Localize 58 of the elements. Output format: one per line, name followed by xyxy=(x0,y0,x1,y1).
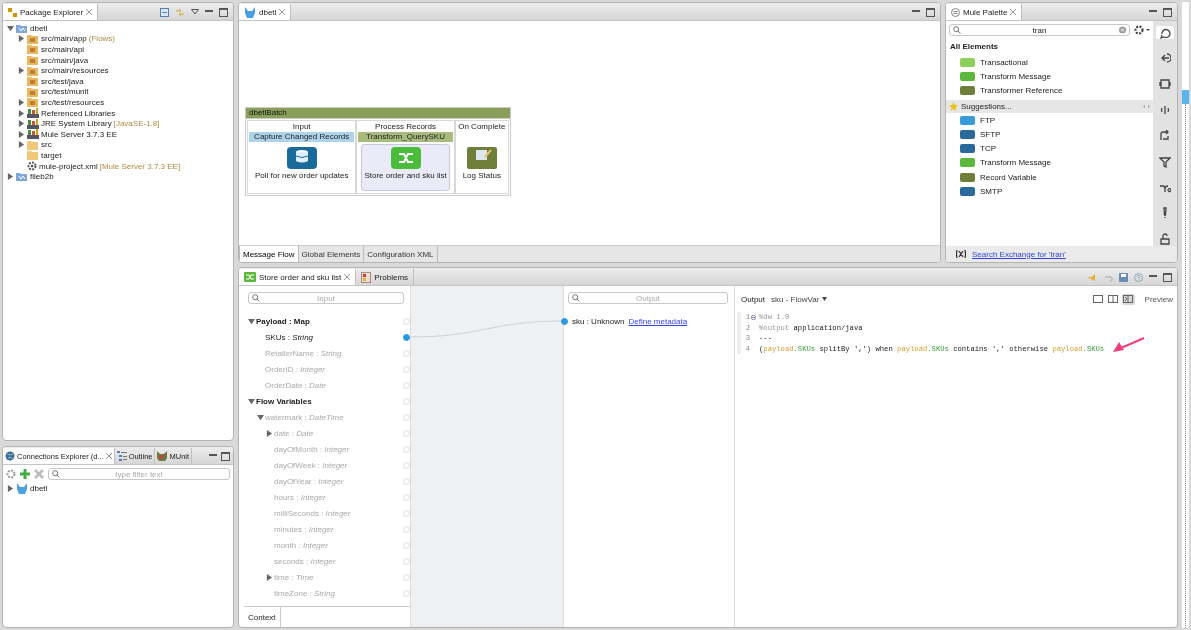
tree-item-annotation: [JavaSE-1.8] xyxy=(113,119,160,129)
phase-title: Process Records xyxy=(374,121,437,132)
palette-item[interactable]: Transform Message xyxy=(980,71,1051,81)
flow-component[interactable]: Poll for new order updates xyxy=(252,144,352,191)
editor-tab[interactable]: Message Flow xyxy=(239,246,299,262)
palette-item[interactable]: SFTP xyxy=(980,129,1001,139)
output-field-label: sku : Unknown xyxy=(572,316,625,326)
tree-item[interactable]: fileb2b xyxy=(30,172,54,182)
output-label: Output xyxy=(741,294,765,304)
section-header[interactable]: Suggestions... xyxy=(946,99,1153,113)
tree-item[interactable]: src/main/resources xyxy=(41,66,109,76)
palette-item[interactable]: TCP xyxy=(980,144,996,154)
tree-item[interactable]: target xyxy=(41,150,62,160)
palette-item[interactable]: FTP xyxy=(980,115,996,125)
editor-tab[interactable]: Configuration XML xyxy=(364,246,438,262)
palette-item[interactable]: Transform Message xyxy=(980,158,1051,168)
palette-item[interactable]: Transformer Reference xyxy=(980,86,1063,96)
section-title: Suggestions... xyxy=(961,101,1012,111)
view-tab[interactable]: Store order and sku list xyxy=(239,269,357,285)
tree-item[interactable]: mule-project.xml xyxy=(39,161,98,171)
view-tab[interactable]: Problems xyxy=(356,269,415,285)
input-search-field[interactable]: Input xyxy=(248,292,404,304)
tree-item[interactable]: src/main/app xyxy=(41,34,87,44)
output-target-dropdown[interactable]: sku - FlowVar xyxy=(771,294,828,304)
tree-item[interactable]: dbetl xyxy=(30,483,48,493)
phase-title: Input xyxy=(291,121,312,132)
step-header: Transform_QuerySKU xyxy=(358,132,453,142)
tree-item[interactable]: JRE System Library xyxy=(41,119,112,129)
flow-component[interactable]: Store order and sku list xyxy=(361,144,450,191)
step-header: Capture Changed Records xyxy=(249,132,355,142)
batch-scope[interactable]: dbetlBatch Input Capture Changed Records Poll for new order updates Process Records Transform_QuerySKU Store order and sku list On Complete Log Status xyxy=(245,107,511,196)
search-field[interactable]: tran xyxy=(949,24,1130,36)
tree-item[interactable]: src/main/java xyxy=(41,55,89,65)
tree-item[interactable]: dbetl xyxy=(30,23,48,33)
input-field-label[interactable]: Flow Variables xyxy=(256,396,312,406)
palette-item[interactable]: SMTP xyxy=(980,187,1003,196)
input-field-label[interactable]: Payload : Map xyxy=(256,316,310,326)
palette-item[interactable]: Record Variable xyxy=(980,172,1037,182)
input-field-label[interactable]: SKUs : String xyxy=(265,332,314,342)
tree-item[interactable]: Mule Server 3.7.3 EE xyxy=(41,129,118,139)
tree-item[interactable]: src/test/java xyxy=(41,76,84,86)
palette-item[interactable]: Transactional xyxy=(980,57,1028,67)
tree-item[interactable]: Referenced Libraries xyxy=(41,108,116,118)
tree-item-annotation: (Flows) xyxy=(88,34,115,44)
tree-item[interactable]: src xyxy=(41,140,52,150)
batch-title: dbetlBatch xyxy=(246,108,510,119)
tree-item-annotation: [Mule Server 3.7.3 EE] xyxy=(99,161,181,171)
section-title: All Elements xyxy=(949,41,999,53)
tree-item[interactable]: src/test/resources xyxy=(41,97,105,107)
output-search-field[interactable]: Output xyxy=(568,292,728,304)
preview-button[interactable]: Preview xyxy=(1144,294,1173,304)
phase-title: On Complete xyxy=(457,121,507,132)
tree-item[interactable]: src/test/munit xyxy=(41,87,89,97)
tree-item[interactable]: src/main/api xyxy=(41,45,85,54)
flow-component[interactable]: Log Status xyxy=(459,144,504,191)
define-metadata-link[interactable]: Define metadata xyxy=(628,316,688,326)
filter-field[interactable]: type filter text xyxy=(48,468,230,480)
editor-tab[interactable]: Global Elements xyxy=(298,246,365,262)
